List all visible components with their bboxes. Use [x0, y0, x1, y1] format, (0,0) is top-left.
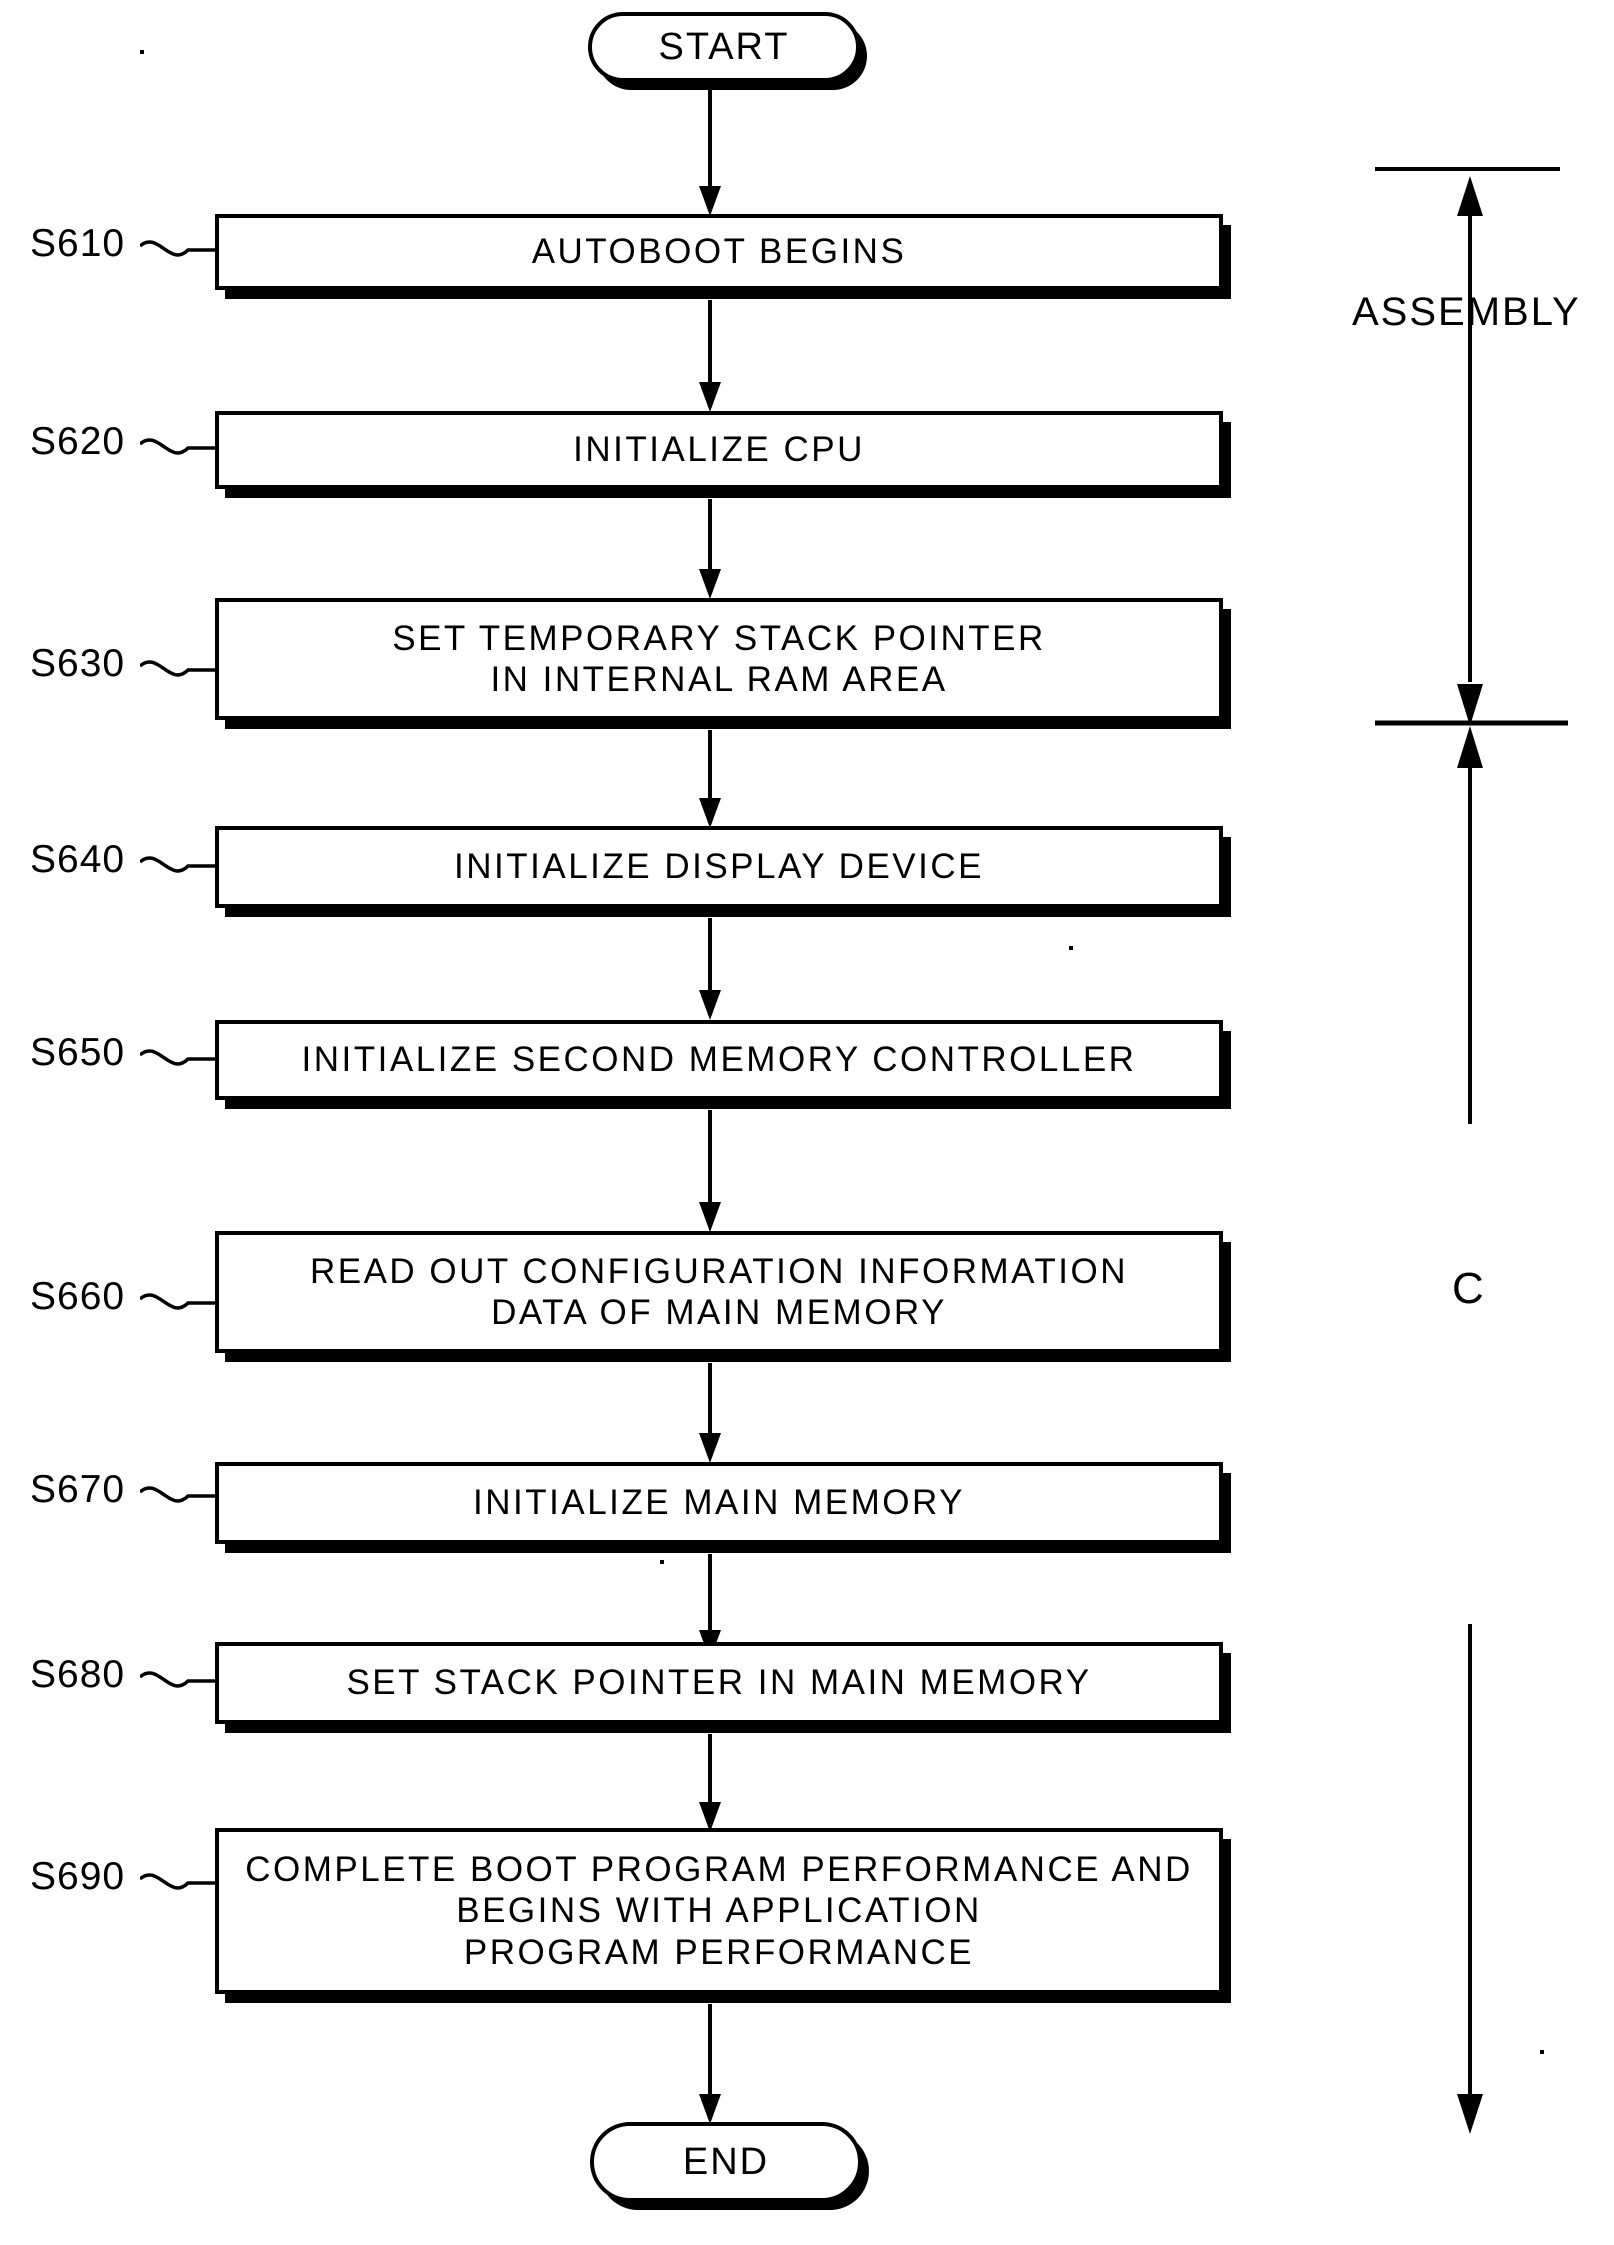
c-bracket-upper: [1457, 726, 1483, 1124]
step-number-s650: S650: [30, 1031, 126, 1074]
process-label-s620: INITIALIZE CPU: [573, 430, 865, 470]
scan-speck: [660, 1560, 664, 1564]
process-label-s690: COMPLETE BOOT PROGRAM PERFORMANCE AND BE…: [245, 1850, 1193, 1972]
assembly-bracket: [1375, 167, 1560, 726]
process-label-s670: INITIALIZE MAIN MEMORY: [473, 1483, 965, 1523]
end-label: END: [682, 2140, 770, 2183]
process-label-s650: INITIALIZE SECOND MEMORY CONTROLLER: [301, 1040, 1137, 1080]
process-box-s690: COMPLETE BOOT PROGRAM PERFORMANCE AND BE…: [215, 1828, 1223, 1994]
leader-line-s680: [140, 1671, 218, 1688]
process-box-s650: INITIALIZE SECOND MEMORY CONTROLLER: [215, 1020, 1223, 1100]
connector-s660-to-s670: [699, 1363, 721, 1463]
step-number-s630: S630: [30, 642, 126, 685]
process-box-s620: INITIALIZE CPU: [215, 411, 1223, 489]
assembly-section-label: ASSEMBLY: [1352, 290, 1581, 334]
leader-line-s620: [140, 438, 218, 455]
process-label-s680: SET STACK POINTER IN MAIN MEMORY: [346, 1663, 1092, 1703]
process-label-s630: SET TEMPORARY STACK POINTER IN INTERNAL …: [392, 618, 1046, 699]
c-section-label: C: [1452, 1264, 1486, 1313]
step-number-s640: S640: [30, 838, 126, 881]
connector-start-to-s610: [699, 82, 721, 216]
c-bracket-lower: [1457, 1624, 1483, 2134]
process-label-s660: READ OUT CONFIGURATION INFORMATION DATA …: [309, 1251, 1129, 1332]
start-terminator: START: [588, 12, 860, 82]
connector-s610-to-s620: [699, 300, 721, 412]
leader-line-s630: [140, 660, 218, 677]
step-number-s620: S620: [30, 420, 126, 463]
process-box-s660: READ OUT CONFIGURATION INFORMATION DATA …: [215, 1231, 1223, 1353]
process-label-s640: INITIALIZE DISPLAY DEVICE: [454, 847, 984, 887]
process-box-s670: INITIALIZE MAIN MEMORY: [215, 1462, 1223, 1544]
step-number-s610: S610: [30, 222, 126, 265]
end-terminator: END: [590, 2122, 862, 2202]
scan-speck: [1069, 946, 1073, 950]
process-box-s640: INITIALIZE DISPLAY DEVICE: [215, 826, 1223, 908]
start-label: START: [658, 25, 790, 68]
leader-line-s660: [140, 1293, 218, 1310]
scan-speck: [1540, 2050, 1544, 2054]
process-box-s610: AUTOBOOT BEGINS: [215, 214, 1223, 290]
connector-s640-to-s650: [699, 918, 721, 1020]
process-box-s680: SET STACK POINTER IN MAIN MEMORY: [215, 1642, 1223, 1724]
step-number-s670: S670: [30, 1468, 126, 1511]
process-box-s630: SET TEMPORARY STACK POINTER IN INTERNAL …: [215, 598, 1223, 720]
connector-s680-to-s690: [699, 1734, 721, 1832]
connector-s620-to-s630: [699, 499, 721, 599]
step-number-s680: S680: [30, 1653, 126, 1696]
step-number-s690: S690: [30, 1855, 126, 1898]
leader-line-s640: [140, 856, 218, 873]
leader-line-s690: [140, 1873, 218, 1890]
leader-line-s610: [140, 240, 218, 257]
connector-s690-to-end: [699, 2004, 721, 2124]
connector-s630-to-s640: [699, 730, 721, 828]
leader-line-s670: [140, 1486, 218, 1503]
section-divider-tick: [1375, 720, 1568, 726]
scan-speck: [140, 50, 144, 54]
process-label-s610: AUTOBOOT BEGINS: [531, 232, 907, 272]
leader-line-s650: [140, 1049, 218, 1066]
step-number-s660: S660: [30, 1275, 126, 1318]
flowchart-page: START S610 AUTOBOOT BEGINS S620 INITIALI…: [0, 0, 1614, 2245]
connector-s650-to-s660: [699, 1110, 721, 1232]
